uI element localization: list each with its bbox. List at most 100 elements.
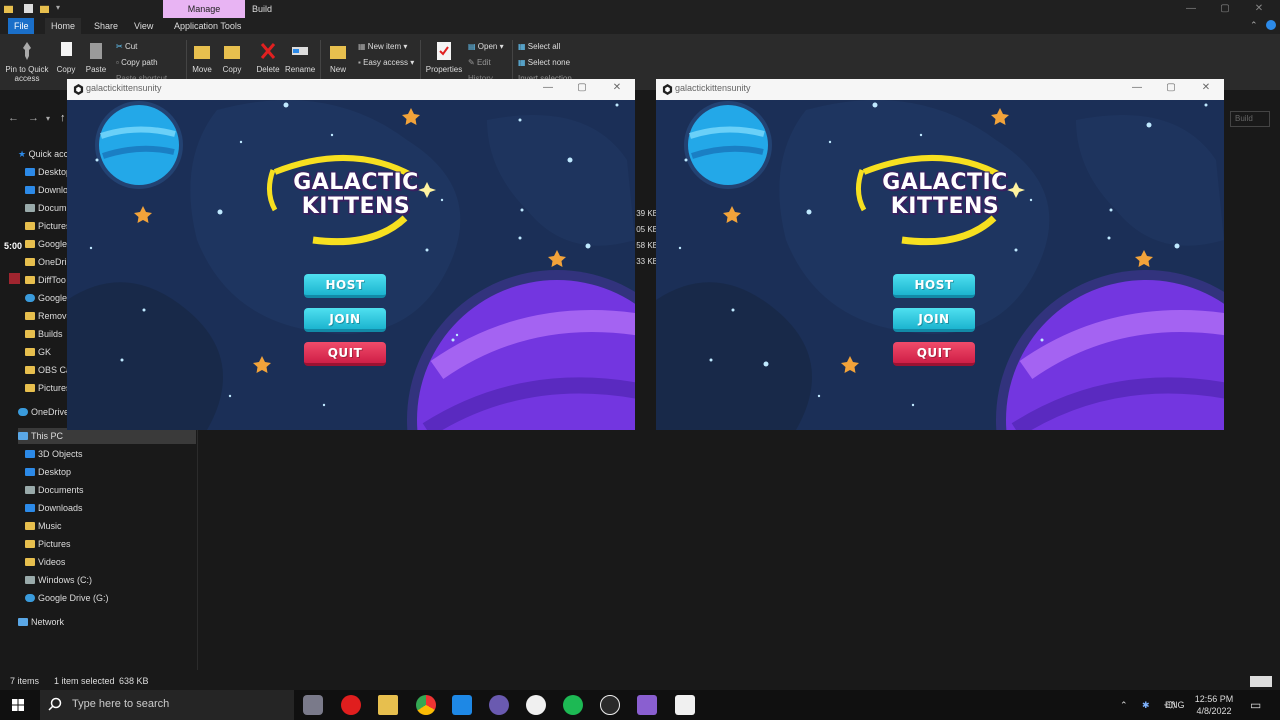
collapse-ribbon-icon[interactable]: ⌃ <box>1250 20 1258 31</box>
nav-label: Music <box>38 521 62 531</box>
new-folder-button[interactable]: New <box>326 40 350 74</box>
nav-item-pictures-2[interactable]: Pictures <box>25 380 71 396</box>
paste-button[interactable]: Paste <box>84 40 108 74</box>
tab-manage[interactable]: Manage <box>163 0 245 18</box>
unity-hub-icon[interactable] <box>675 695 695 715</box>
maximize-icon[interactable]: ▢ <box>575 82 589 93</box>
host-button[interactable]: HOST <box>893 274 975 298</box>
taskbar-search-box[interactable]: Type here to search <box>40 690 294 720</box>
unity-game-icon[interactable] <box>600 695 620 715</box>
nav-item-videos[interactable]: Videos <box>25 554 65 570</box>
rename-button[interactable]: Rename <box>285 40 315 74</box>
maximize-icon[interactable]: ▢ <box>1164 82 1178 93</box>
nav-item-onedrive[interactable]: OneDri <box>25 254 67 270</box>
search-input[interactable]: Build <box>1230 111 1270 127</box>
github-icon[interactable] <box>526 695 546 715</box>
nav-item-pictures[interactable]: Pictures <box>25 218 71 234</box>
obs-record-icon[interactable] <box>341 695 361 715</box>
nav-item-pc-pictures[interactable]: Pictures <box>25 536 71 552</box>
cut-button[interactable]: ✂ Cut <box>116 42 137 51</box>
properties-icon[interactable] <box>24 4 33 13</box>
nav-item-desktop[interactable]: Desktop <box>25 164 71 180</box>
nav-onedrive[interactable]: OneDrive <box>18 404 69 420</box>
minimize-icon[interactable]: — <box>1176 0 1206 18</box>
language-indicator[interactable]: ENG <box>1165 690 1185 720</box>
pin-icon <box>23 42 31 60</box>
nav-this-pc[interactable]: This PC <box>18 428 196 444</box>
nav-label: Windows (C:) <box>38 575 93 585</box>
host-button[interactable]: HOST <box>304 274 386 298</box>
close-icon[interactable]: ✕ <box>610 82 624 93</box>
details-view-icon[interactable] <box>1250 676 1272 687</box>
notifications-icon[interactable]: ▭ <box>1250 690 1261 720</box>
pin-quick-access-button[interactable]: Pin to Quick access <box>4 40 50 83</box>
move-to-button[interactable]: Move <box>190 40 214 74</box>
forward-arrow-icon[interactable]: → <box>28 112 39 124</box>
quit-button[interactable]: QUIT <box>893 342 975 366</box>
file-explorer-icon[interactable] <box>378 695 398 715</box>
back-arrow-icon[interactable]: ← <box>8 112 19 124</box>
copy-path-button[interactable]: ▫ Copy path <box>116 58 158 67</box>
select-all-button[interactable]: ▦ Select all <box>518 42 560 51</box>
nav-item-pc-downloads[interactable]: Downloads <box>25 500 83 516</box>
edit-icon: ✎ <box>468 58 475 67</box>
properties-button[interactable]: Properties <box>424 40 464 74</box>
copy-to-button[interactable]: Copy <box>220 40 244 74</box>
tab-file[interactable]: File <box>8 18 34 34</box>
open-button[interactable]: ▤ Open ▾ <box>468 42 504 51</box>
minimize-icon[interactable]: — <box>1130 82 1144 93</box>
windows-start-icon[interactable] <box>12 699 24 711</box>
visual-studio-icon[interactable] <box>637 695 657 715</box>
taskview-icon[interactable] <box>303 695 323 715</box>
settings-gear-icon[interactable]: ✱ <box>1142 690 1150 720</box>
join-button[interactable]: JOIN <box>304 308 386 332</box>
tab-home[interactable]: Home <box>45 18 82 34</box>
nav-item-gk[interactable]: GK <box>25 344 51 360</box>
new-item-button[interactable]: ▦ New item ▾ <box>358 42 407 51</box>
nav-item-difftool[interactable]: DiffToo <box>25 272 66 288</box>
delete-button[interactable]: Delete <box>255 40 281 74</box>
copy-path-label: Copy path <box>121 58 158 67</box>
help-icon[interactable] <box>1266 20 1276 30</box>
tab-application-tools[interactable]: Application Tools <box>168 18 247 34</box>
nav-item-3d-objects[interactable]: 3D Objects <box>25 446 83 462</box>
tab-share[interactable]: Share <box>88 18 124 34</box>
nav-item-documents[interactable]: Docum <box>25 200 67 216</box>
join-button[interactable]: JOIN <box>893 308 975 332</box>
up-arrow-icon[interactable]: ↑ <box>60 112 66 124</box>
nav-item-removable[interactable]: Remova <box>25 308 72 324</box>
nav-item-builds[interactable]: Builds <box>25 326 63 342</box>
customize-arrow-icon[interactable]: ▾ <box>56 3 65 12</box>
maximize-icon[interactable]: ▢ <box>1210 0 1240 18</box>
discord-icon[interactable] <box>489 695 509 715</box>
nav-item-downloads[interactable]: Downlo <box>25 182 68 198</box>
quit-button[interactable]: QUIT <box>304 342 386 366</box>
recent-chevron-icon[interactable]: ▾ <box>46 114 50 123</box>
nav-item-google-drive[interactable]: Google <box>25 290 67 306</box>
nav-item-music[interactable]: Music <box>25 518 62 534</box>
nav-item-pc-documents[interactable]: Documents <box>25 482 84 498</box>
select-none-button[interactable]: ▦ Select none <box>518 58 570 67</box>
easy-access-button[interactable]: ▪ Easy access ▾ <box>358 58 414 67</box>
rename-icon <box>292 47 308 55</box>
nav-label: Documents <box>38 485 84 495</box>
nav-item-google[interactable]: Google <box>25 236 67 252</box>
minimize-icon[interactable]: — <box>541 82 555 93</box>
nav-quick-access[interactable]: ★ Quick acc <box>18 146 68 162</box>
clock[interactable]: 12:56 PM 4/8/2022 <box>1186 693 1242 717</box>
spotify-icon[interactable] <box>563 695 583 715</box>
close-icon[interactable]: ✕ <box>1199 82 1213 93</box>
tab-view[interactable]: View <box>128 18 159 34</box>
copy-button[interactable]: Copy <box>54 40 78 74</box>
nav-item-obs[interactable]: OBS Ca <box>25 362 71 378</box>
nav-item-google-drive-g[interactable]: Google Drive (G:) <box>25 590 109 606</box>
new-folder-icon[interactable] <box>40 4 49 13</box>
chrome-icon[interactable] <box>416 695 436 715</box>
edit-button[interactable]: ✎ Edit <box>468 58 491 67</box>
close-icon[interactable]: ✕ <box>1244 0 1274 18</box>
tray-overflow-icon[interactable]: ⌃ <box>1120 690 1128 720</box>
nav-item-windows-c[interactable]: Windows (C:) <box>25 572 92 588</box>
vscode-icon[interactable] <box>452 695 472 715</box>
nav-network[interactable]: Network <box>18 614 64 630</box>
nav-item-pc-desktop[interactable]: Desktop <box>25 464 71 480</box>
